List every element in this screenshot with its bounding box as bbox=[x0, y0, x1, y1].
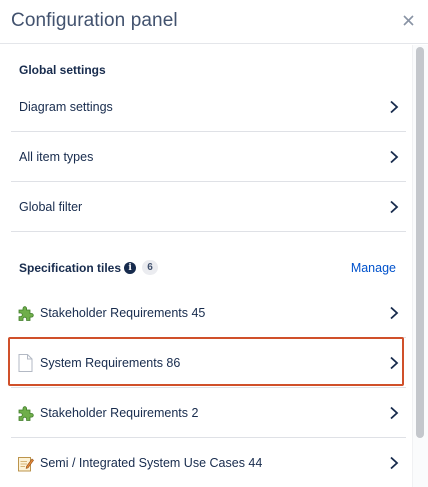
global-settings-heading: Global settings bbox=[19, 63, 106, 77]
panel-header: Configuration panel bbox=[0, 0, 428, 44]
scrollbar-thumb[interactable] bbox=[416, 47, 424, 438]
tile-label: Stakeholder Requirements 45 bbox=[40, 306, 206, 320]
close-icon[interactable] bbox=[400, 12, 416, 28]
item-label: Global filter bbox=[19, 200, 83, 214]
all-item-types-item[interactable]: All item types bbox=[11, 132, 406, 182]
chevron-right-icon bbox=[390, 306, 399, 320]
tile-label: Stakeholder Requirements 2 bbox=[40, 406, 199, 420]
panel-content: Global settings Diagram settings All ite… bbox=[0, 45, 412, 487]
global-filter-item[interactable]: Global filter bbox=[11, 182, 406, 232]
puzzle-icon bbox=[16, 404, 34, 422]
panel-title: Configuration panel bbox=[11, 10, 178, 31]
divider bbox=[11, 231, 406, 232]
tile-semi-integrated-system-use-cases-44[interactable]: Semi / Integrated System Use Cases 44 bbox=[11, 438, 406, 487]
item-label: All item types bbox=[19, 150, 94, 164]
specification-tiles-heading: Specification tiles i 6 bbox=[19, 260, 159, 276]
tile-system-requirements-86[interactable]: System Requirements 86 bbox=[11, 338, 406, 388]
tile-stakeholder-requirements-45[interactable]: Stakeholder Requirements 45 bbox=[11, 288, 406, 338]
info-icon[interactable]: i bbox=[124, 261, 137, 274]
chevron-right-icon bbox=[390, 200, 399, 214]
chevron-right-icon bbox=[390, 456, 399, 470]
item-label: Diagram settings bbox=[19, 100, 113, 114]
tile-stakeholder-requirements-2[interactable]: Stakeholder Requirements 2 bbox=[11, 388, 406, 438]
chevron-right-icon bbox=[390, 100, 399, 114]
diagram-settings-item[interactable]: Diagram settings bbox=[11, 82, 406, 132]
tile-label: Semi / Integrated System Use Cases 44 bbox=[40, 456, 263, 470]
tile-label: System Requirements 86 bbox=[40, 356, 181, 370]
notepad-pencil-icon bbox=[16, 454, 34, 472]
spec-title: Specification tiles bbox=[19, 261, 122, 275]
puzzle-icon bbox=[16, 304, 34, 322]
manage-link[interactable]: Manage bbox=[351, 261, 396, 275]
document-icon bbox=[16, 354, 34, 372]
tile-count-badge: 6 bbox=[142, 260, 159, 276]
chevron-right-icon bbox=[390, 406, 399, 420]
chevron-right-icon bbox=[390, 356, 399, 370]
chevron-right-icon bbox=[390, 150, 399, 164]
